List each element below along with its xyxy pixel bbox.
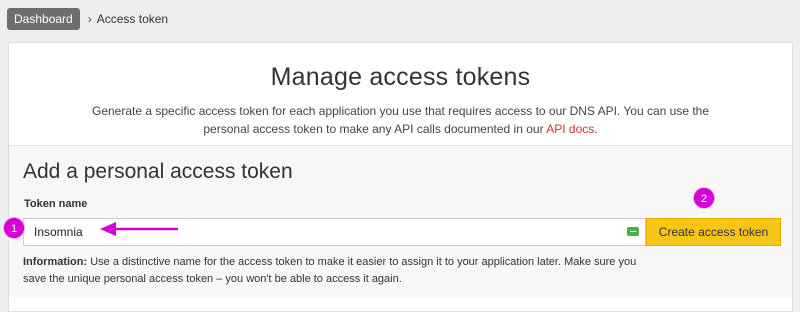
- step-marker-2: 2: [693, 187, 715, 209]
- create-access-token-button[interactable]: Create access token: [646, 218, 781, 246]
- page-title: Manage access tokens: [270, 63, 531, 91]
- information-label: Information:: [23, 256, 88, 268]
- keyboard-icon[interactable]: [627, 227, 639, 236]
- breadcrumb-current: Access token: [96, 12, 169, 26]
- intro-description: Generate a specific access token for eac…: [71, 102, 731, 138]
- information-note: Information: Use a distinctive name for …: [23, 254, 643, 288]
- section-title: Add a personal access token: [23, 160, 293, 183]
- chevron-right-icon: ›: [87, 12, 92, 26]
- intro-text-end: .: [594, 122, 598, 136]
- intro-text: Generate a specific access token for eac…: [91, 104, 710, 136]
- breadcrumb: Dashboard › Access token: [7, 8, 168, 30]
- arrow-left-icon: [100, 222, 178, 236]
- api-docs-link[interactable]: API docs: [546, 122, 594, 136]
- breadcrumb-dashboard-link[interactable]: Dashboard: [7, 8, 80, 30]
- intro-section: Manage access tokens Generate a specific…: [9, 43, 792, 145]
- access-token-card: Manage access tokens Generate a specific…: [8, 42, 793, 312]
- information-text: Use a distinctive name for the access to…: [23, 256, 637, 285]
- step-marker-1: 1: [3, 217, 25, 239]
- token-name-label: Token name: [24, 198, 88, 210]
